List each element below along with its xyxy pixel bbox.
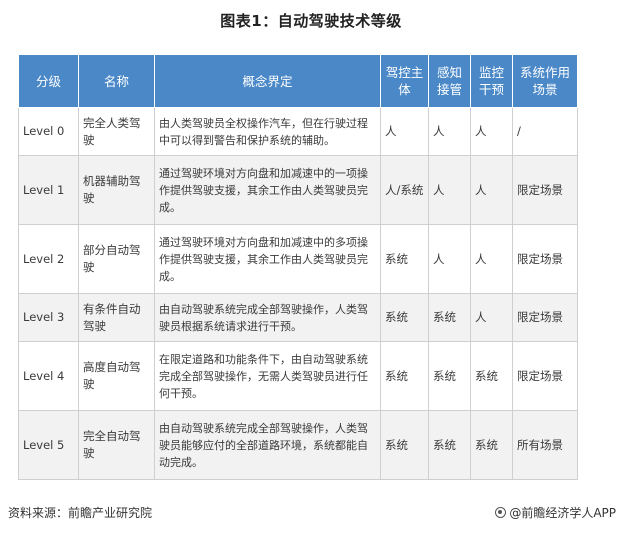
cell-monitoring: 系统 — [470, 341, 513, 411]
cell-driving-control: 系统 — [380, 341, 429, 411]
header-driving-control: 驾控主 体 — [380, 54, 429, 108]
header-name: 名称 — [78, 54, 155, 108]
cell-name: 有条件自动驾驶 — [78, 293, 155, 342]
table-row: Level 3 有条件自动驾驶 由自动驾驶系统完成全部驾驶操作，人类驾驶员根据系… — [18, 293, 578, 342]
cell-monitoring: 人 — [470, 224, 513, 294]
header-concept: 概念界定 — [154, 54, 381, 108]
cell-perception: 人 — [428, 155, 471, 225]
cell-concept: 通过驾驶环境对方向盘和加减速中的一项操作提供驾驶支援，其余工作由人类驾驶员完成。 — [154, 155, 381, 225]
source-note: 资料来源：前瞻产业研究院 — [8, 506, 153, 520]
cell-monitoring: 人 — [470, 293, 513, 342]
cell-perception: 人 — [428, 224, 471, 294]
table-row: Level 0 完全人类驾驶 由人类驾驶员全权操作汽车，但在行驶过程中可以得到警… — [18, 107, 578, 156]
cell-level: Level 3 — [18, 293, 79, 342]
cell-level: Level 1 — [18, 155, 79, 225]
cell-monitoring: 系统 — [470, 410, 513, 480]
header-level: 分级 — [18, 54, 79, 108]
header-scenario: 系统作用 场景 — [512, 54, 578, 108]
cell-name: 高度自动驾驶 — [78, 341, 155, 411]
cell-name: 部分自动驾驶 — [78, 224, 155, 294]
cell-name: 完全人类驾驶 — [78, 107, 155, 156]
table-row: Level 4 高度自动驾驶 在限定道路和功能条件下，由自动驾驶系统完成全部驾驶… — [18, 341, 578, 411]
cell-concept: 通过驾驶环境对方向盘和加减速中的多项操作提供驾驶支援，其余工作由人类驾驶员完成。 — [154, 224, 381, 294]
header-perception: 感知 接管 — [428, 54, 471, 108]
cell-driving-control: 系统 — [380, 410, 429, 480]
brand-credit: @前瞻经济学人APP — [495, 504, 616, 521]
cell-level: Level 4 — [18, 341, 79, 411]
cell-monitoring: 人 — [470, 155, 513, 225]
cell-concept: 由自动驾驶系统完成全部驾驶操作，人类驾驶员能够应付的全部道路环境，系统都能自动完… — [154, 410, 381, 480]
cell-scenario: / — [512, 107, 578, 156]
cell-driving-control: 人 — [380, 107, 429, 156]
cell-perception: 人 — [428, 107, 471, 156]
table-row: Level 2 部分自动驾驶 通过驾驶环境对方向盘和加减速中的多项操作提供驾驶支… — [18, 224, 578, 294]
driving-level-table: 分级 名称 概念界定 驾控主 体 感知 接管 监控 干预 系统作用 场景 Lev… — [18, 54, 578, 480]
chart-title: 图表1：自动驾驶技术等级 — [220, 12, 402, 30]
table-header-row: 分级 名称 概念界定 驾控主 体 感知 接管 监控 干预 系统作用 场景 — [18, 54, 578, 108]
brand-logo-icon — [495, 507, 507, 518]
table-row: Level 1 机器辅助驾驶 通过驾驶环境对方向盘和加减速中的一项操作提供驾驶支… — [18, 155, 578, 225]
table-row: Level 5 完全自动驾驶 由自动驾驶系统完成全部驾驶操作，人类驾驶员能够应付… — [18, 410, 578, 480]
cell-driving-control: 系统 — [380, 224, 429, 294]
cell-concept: 由自动驾驶系统完成全部驾驶操作，人类驾驶员根据系统请求进行干预。 — [154, 293, 381, 342]
cell-name: 机器辅助驾驶 — [78, 155, 155, 225]
cell-driving-control: 系统 — [380, 293, 429, 342]
header-monitoring: 监控 干预 — [470, 54, 513, 108]
cell-perception: 系统 — [428, 293, 471, 342]
cell-perception: 系统 — [428, 410, 471, 480]
brand-text: @前瞻经济学人APP — [509, 506, 616, 520]
cell-concept: 在限定道路和功能条件下，由自动驾驶系统完成全部驾驶操作，无需人类驾驶员进行任何干… — [154, 341, 381, 411]
cell-scenario: 限定场景 — [512, 293, 578, 342]
cell-name: 完全自动驾驶 — [78, 410, 155, 480]
cell-scenario: 所有场景 — [512, 410, 578, 480]
cell-level: Level 0 — [18, 107, 79, 156]
cell-concept: 由人类驾驶员全权操作汽车，但在行驶过程中可以得到警告和保护系统的辅助。 — [154, 107, 381, 156]
cell-level: Level 5 — [18, 410, 79, 480]
cell-scenario: 限定场景 — [512, 155, 578, 225]
cell-perception: 系统 — [428, 341, 471, 411]
cell-driving-control: 人/系统 — [380, 155, 429, 225]
cell-level: Level 2 — [18, 224, 79, 294]
cell-scenario: 限定场景 — [512, 224, 578, 294]
cell-monitoring: 人 — [470, 107, 513, 156]
cell-scenario: 限定场景 — [512, 341, 578, 411]
